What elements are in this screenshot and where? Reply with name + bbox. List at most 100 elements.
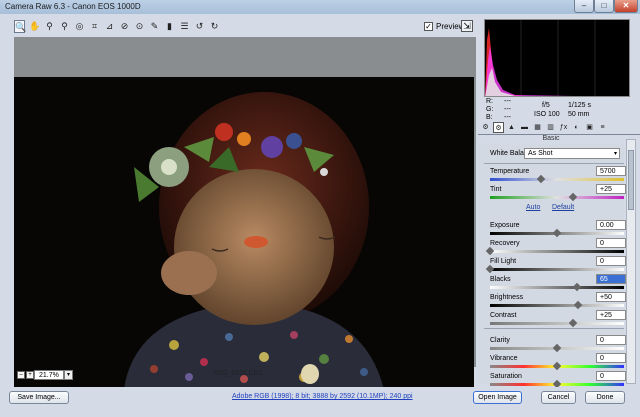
recovery-slider-thumb[interactable] xyxy=(485,246,495,256)
preferences-icon[interactable]: ☰ xyxy=(179,20,190,33)
vibrance-label: Vibrance xyxy=(490,355,518,362)
preview-checkbox[interactable]: ✓ Preview xyxy=(424,22,464,31)
hand-tool-icon[interactable]: ✋ xyxy=(29,20,40,33)
basic-tab-icon[interactable]: ⚙ xyxy=(480,122,491,133)
iso-value: ISO 100 xyxy=(534,111,560,118)
recovery-input[interactable]: 0 xyxy=(596,238,626,248)
zoom-out-icon[interactable]: – xyxy=(17,371,25,379)
camera-calibration-tab-icon[interactable]: ◐ xyxy=(571,122,582,133)
contrast-label: Contrast xyxy=(490,312,517,319)
vibrance-input[interactable]: 0 xyxy=(596,353,626,363)
photo-preview[interactable] xyxy=(14,77,474,390)
blacks-slider-thumb[interactable] xyxy=(572,282,582,292)
lens-corrections-tab-icon[interactable]: ▥ xyxy=(545,122,556,133)
zoom-level-field[interactable]: 21.7% xyxy=(34,370,64,380)
preview-check-icon[interactable]: ✓ xyxy=(424,22,433,31)
vibrance-slider[interactable] xyxy=(490,361,624,371)
histogram xyxy=(484,19,630,97)
brightness-slider[interactable] xyxy=(490,300,624,310)
minimize-button[interactable]: – xyxy=(574,0,594,13)
rotate-ccw-icon[interactable]: ↺ xyxy=(194,20,205,33)
temperature-slider-thumb[interactable] xyxy=(536,174,546,184)
color-sampler-tool-icon[interactable]: ⚲ xyxy=(59,20,70,33)
exposure-slider-thumb[interactable] xyxy=(552,228,562,238)
exposure-input[interactable]: 0.00 xyxy=(596,220,626,230)
straighten-tool-icon[interactable]: ⊿ xyxy=(104,20,115,33)
toolbar: 🔍 ✋ ⚲ ⚲ ◎ ⌗ ⊿ ⊘ ⊙ ✎ ▮ ☰ ↺ ↻ xyxy=(8,17,474,37)
fullscreen-toggle-icon[interactable]: ⇲ xyxy=(461,20,473,32)
brightness-slider-thumb[interactable] xyxy=(574,300,583,310)
b-value: --- xyxy=(504,114,511,121)
shutter-value: 1/125 s xyxy=(568,102,591,109)
blacks-slider[interactable] xyxy=(490,282,624,292)
clarity-slider-thumb[interactable] xyxy=(552,343,562,353)
open-image-button[interactable]: Open Image xyxy=(473,391,522,404)
target-adjustment-tool-icon[interactable]: ◎ xyxy=(74,20,85,33)
blacks-input[interactable]: 65 xyxy=(596,274,626,284)
zoom-in-icon[interactable]: + xyxy=(26,371,34,379)
brightness-input[interactable]: +50 xyxy=(596,292,626,302)
tint-label: Tint xyxy=(490,186,502,193)
saturation-slider[interactable] xyxy=(490,379,624,389)
recovery-label: Recovery xyxy=(490,240,520,247)
r-value: --- xyxy=(504,98,511,105)
white-balance-value: As Shot xyxy=(528,150,553,157)
hsl-tab-icon[interactable]: ▬ xyxy=(519,122,530,133)
presets-tab-icon[interactable]: ▣ xyxy=(584,122,595,133)
tone-curve-tab-icon[interactable]: ⚙ xyxy=(493,122,504,133)
tint-slider-thumb[interactable] xyxy=(568,192,578,202)
tint-input[interactable]: +25 xyxy=(596,184,626,194)
default-link[interactable]: Default xyxy=(552,204,574,211)
close-button[interactable]: ✕ xyxy=(614,0,638,13)
auto-link[interactable]: Auto xyxy=(526,204,540,211)
adjustment-brush-icon[interactable]: ✎ xyxy=(149,20,160,33)
maximize-button[interactable]: □ xyxy=(594,0,614,13)
chevron-down-icon: ▾ xyxy=(613,151,617,157)
clarity-slider[interactable] xyxy=(490,343,624,353)
workflow-options-link[interactable]: Adobe RGB (1998); 8 bit; 3888 by 2592 (1… xyxy=(232,393,413,400)
snapshots-tab-icon[interactable]: ≡ xyxy=(597,122,608,133)
scrollbar-thumb[interactable] xyxy=(628,150,634,210)
filllight-slider-thumb[interactable] xyxy=(485,264,495,274)
clarity-input[interactable]: 0 xyxy=(596,335,626,345)
zoom-tool-icon[interactable]: 🔍 xyxy=(14,20,26,33)
vibrance-slider-thumb[interactable] xyxy=(552,361,562,371)
red-eye-tool-icon[interactable]: ⊙ xyxy=(134,20,145,33)
contrast-input[interactable]: +25 xyxy=(596,310,626,320)
effects-tab-icon[interactable]: ƒx xyxy=(558,122,569,133)
temperature-slider[interactable] xyxy=(490,174,624,184)
split-toning-tab-icon[interactable]: ▦ xyxy=(532,122,543,133)
spot-removal-tool-icon[interactable]: ⊘ xyxy=(119,20,130,33)
blacks-label: Blacks xyxy=(490,276,511,283)
right-panel: R: --- G: --- B: --- f/5 1/125 s ISO 100… xyxy=(478,14,640,389)
temperature-label: Temperature xyxy=(490,168,530,175)
crop-tool-icon[interactable]: ⌗ xyxy=(89,20,100,33)
save-image-button[interactable]: Save Image... xyxy=(9,391,69,404)
filllight-slider[interactable] xyxy=(485,264,624,274)
contrast-slider[interactable] xyxy=(490,318,624,328)
rotate-cw-icon[interactable]: ↻ xyxy=(209,20,220,33)
contrast-slider-thumb[interactable] xyxy=(568,318,578,328)
brightness-label: Brightness xyxy=(490,294,524,301)
recovery-slider[interactable] xyxy=(485,246,624,256)
basic-panel: White Balance: As Shot ▾ Temperature 5700… xyxy=(478,144,626,389)
filename-label: IMG_5316.CR2 xyxy=(214,370,263,377)
saturation-input[interactable]: 0 xyxy=(596,371,626,381)
done-button[interactable]: Done xyxy=(585,391,625,404)
doll-photo-image xyxy=(14,77,474,390)
focal-length-value: 50 mm xyxy=(568,111,590,118)
image-canvas[interactable] xyxy=(14,37,476,390)
detail-tab-icon[interactable]: ▲ xyxy=(506,122,517,133)
zoom-dropdown-icon[interactable]: ▾ xyxy=(64,370,73,380)
panel-scrollbar[interactable] xyxy=(626,139,636,384)
cancel-button[interactable]: Cancel xyxy=(541,391,576,404)
filllight-input[interactable]: 0 xyxy=(596,256,626,266)
r-label: R: xyxy=(486,98,493,105)
white-balance-select[interactable]: As Shot ▾ xyxy=(524,148,620,159)
exposure-slider[interactable] xyxy=(490,228,624,238)
white-balance-tool-icon[interactable]: ⚲ xyxy=(44,20,55,33)
tint-slider[interactable] xyxy=(490,192,624,202)
temperature-input[interactable]: 5700 xyxy=(596,166,626,176)
graduated-filter-icon[interactable]: ▮ xyxy=(164,20,175,33)
g-label: G: xyxy=(486,106,494,113)
